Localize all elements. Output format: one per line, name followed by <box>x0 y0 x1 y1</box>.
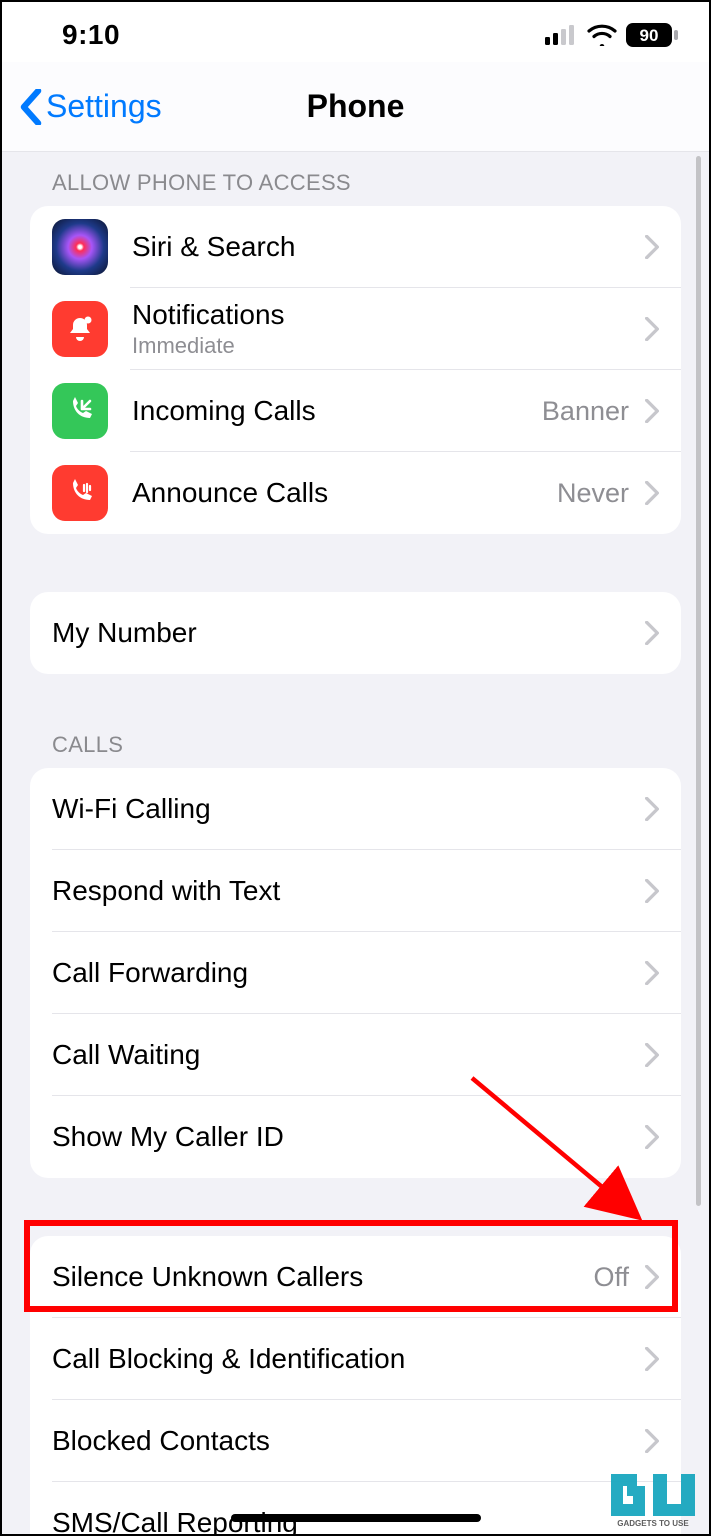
row-label: Incoming Calls <box>132 395 316 427</box>
row-show-caller-id[interactable]: Show My Caller ID <box>30 1096 681 1178</box>
chevron-right-icon <box>645 1429 659 1453</box>
row-announce-calls[interactable]: Announce Calls Never <box>30 452 681 534</box>
row-blocked-contacts[interactable]: Blocked Contacts <box>30 1400 681 1482</box>
row-label: Call Forwarding <box>52 957 248 989</box>
row-value: Banner <box>542 396 629 427</box>
row-label: My Number <box>52 617 197 649</box>
row-sms-call-reporting[interactable]: SMS/Call Reporting <box>30 1482 681 1534</box>
chevron-right-icon <box>645 961 659 985</box>
cellular-icon <box>545 25 579 45</box>
row-label: Siri & Search <box>132 231 295 263</box>
chevron-left-icon <box>20 89 42 125</box>
watermark-logo: GADGETS TO USE <box>603 1464 703 1530</box>
row-label: Respond with Text <box>52 875 280 907</box>
battery-icon: 90 <box>625 22 679 48</box>
row-label: Announce Calls <box>132 477 328 509</box>
chevron-right-icon <box>645 235 659 259</box>
chevron-right-icon <box>645 621 659 645</box>
home-indicator <box>231 1514 481 1522</box>
phone-incoming-icon <box>52 383 108 439</box>
chevron-right-icon <box>645 1265 659 1289</box>
row-notifications[interactable]: Notifications Immediate <box>30 288 681 370</box>
back-label: Settings <box>46 88 162 125</box>
row-value: Off <box>593 1262 629 1293</box>
group-calls: Wi-Fi Calling Respond with Text Call For… <box>30 768 681 1178</box>
row-label: Show My Caller ID <box>52 1121 284 1153</box>
row-label: Notifications <box>132 299 285 331</box>
row-call-blocking-id[interactable]: Call Blocking & Identification <box>30 1318 681 1400</box>
status-icons: 90 <box>545 22 679 48</box>
svg-text:90: 90 <box>640 26 659 45</box>
row-incoming-calls[interactable]: Incoming Calls Banner <box>30 370 681 452</box>
chevron-right-icon <box>645 797 659 821</box>
row-call-waiting[interactable]: Call Waiting <box>30 1014 681 1096</box>
row-label: Silence Unknown Callers <box>52 1261 363 1293</box>
status-time: 9:10 <box>62 19 120 51</box>
row-silence-unknown[interactable]: Silence Unknown Callers Off <box>30 1236 681 1318</box>
phone-announce-icon <box>52 465 108 521</box>
row-call-forwarding[interactable]: Call Forwarding <box>30 932 681 1014</box>
row-label: Wi-Fi Calling <box>52 793 211 825</box>
group-mynumber: My Number <box>30 592 681 674</box>
group-access: Siri & Search Notifications Immediate In… <box>30 206 681 534</box>
row-wifi-calling[interactable]: Wi-Fi Calling <box>30 768 681 850</box>
row-label: Call Waiting <box>52 1039 200 1071</box>
content-scroll[interactable]: ALLOW PHONE TO ACCESS Siri & Search Noti… <box>2 152 709 1534</box>
row-siri-search[interactable]: Siri & Search <box>30 206 681 288</box>
row-value: Never <box>557 478 629 509</box>
chevron-right-icon <box>645 879 659 903</box>
svg-text:GADGETS TO USE: GADGETS TO USE <box>617 1519 689 1528</box>
chevron-right-icon <box>645 317 659 341</box>
section-header-calls: CALLS <box>2 732 709 768</box>
row-label: Call Blocking & Identification <box>52 1343 405 1375</box>
page-title: Phone <box>307 88 405 125</box>
nav-bar: Settings Phone <box>2 62 709 152</box>
back-button[interactable]: Settings <box>2 88 162 125</box>
row-sublabel: Immediate <box>132 333 285 359</box>
group-silence-block: Silence Unknown Callers Off Call Blockin… <box>30 1236 681 1534</box>
row-respond-with-text[interactable]: Respond with Text <box>30 850 681 932</box>
chevron-right-icon <box>645 1125 659 1149</box>
siri-icon <box>52 219 108 275</box>
chevron-right-icon <box>645 399 659 423</box>
chevron-right-icon <box>645 481 659 505</box>
wifi-icon <box>587 24 617 46</box>
section-header-access: ALLOW PHONE TO ACCESS <box>2 152 709 206</box>
status-bar: 9:10 90 <box>2 2 709 62</box>
row-label: Blocked Contacts <box>52 1425 270 1457</box>
chevron-right-icon <box>645 1043 659 1067</box>
row-my-number[interactable]: My Number <box>30 592 681 674</box>
scrollbar[interactable] <box>696 156 701 1206</box>
bell-icon <box>52 301 108 357</box>
chevron-right-icon <box>645 1347 659 1371</box>
